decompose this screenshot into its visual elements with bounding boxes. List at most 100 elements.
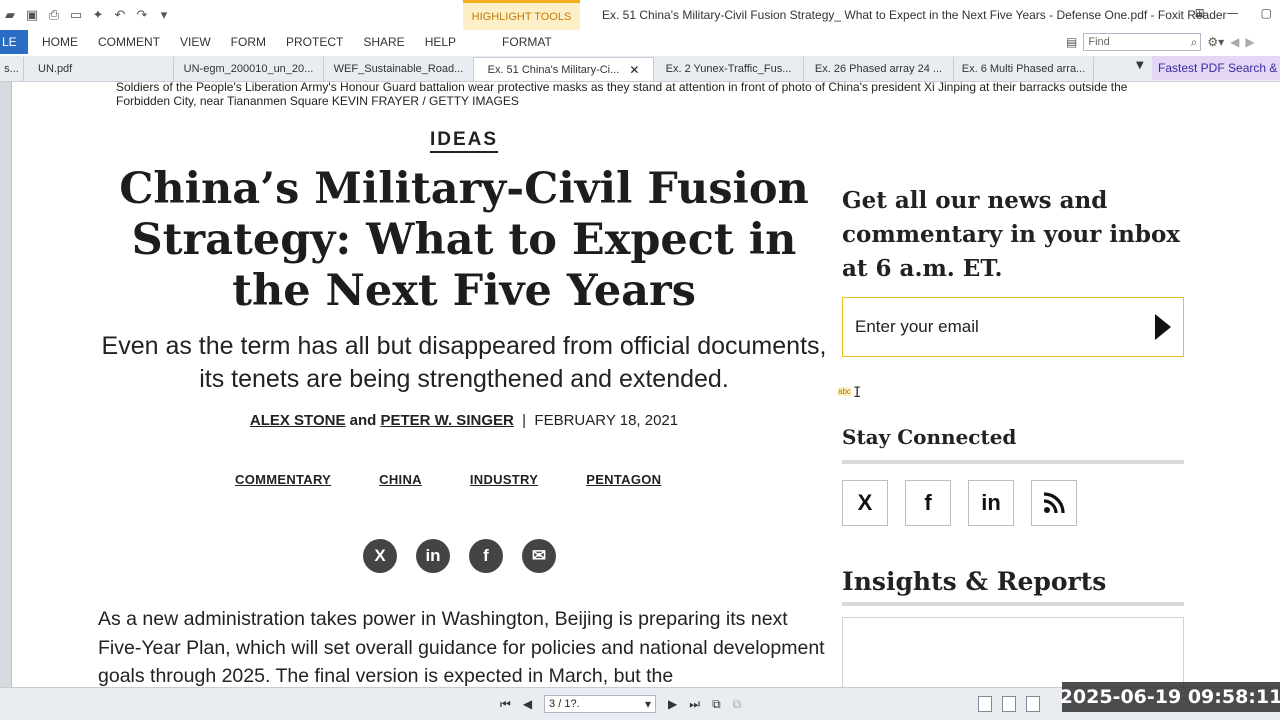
section-label[interactable]: IDEAS bbox=[430, 129, 499, 153]
view-mode-buttons bbox=[978, 696, 1040, 712]
prev-page-icon[interactable]: ◀ bbox=[523, 697, 532, 711]
timestamp-overlay: 2025-06-19 09:58:11 bbox=[1060, 682, 1280, 712]
title-bar: ▰ ▣ ⎙ ▭ ✦ ↶ ↷ ▾ HIGHLIGHT TOOLS Ex. 51 C… bbox=[0, 0, 1280, 30]
rss-icon bbox=[1043, 492, 1065, 514]
settings-gear-icon[interactable]: ⚙▾ bbox=[1207, 35, 1224, 49]
first-page-icon[interactable]: ⏮ bbox=[500, 697, 511, 712]
next-view-icon[interactable]: ⧉ bbox=[733, 697, 742, 712]
promo-banner[interactable]: Fastest PDF Search & bbox=[1152, 56, 1280, 80]
find-placeholder: Find bbox=[1088, 36, 1110, 48]
file-tab[interactable]: LE bbox=[0, 30, 28, 54]
menu-format[interactable]: FORMAT bbox=[502, 35, 552, 49]
page-navigation: ⏮ ◀ 3 / 1?. ▾ ▶ ⏭ ⧉ ⧉ bbox=[500, 695, 741, 713]
menu-help[interactable]: HELP bbox=[425, 35, 456, 49]
next-page-icon[interactable]: ▶ bbox=[668, 697, 677, 711]
last-page-icon[interactable]: ⏭ bbox=[689, 697, 700, 712]
email-placeholder: Enter your email bbox=[855, 317, 979, 336]
share-facebook-icon[interactable]: f bbox=[469, 539, 503, 573]
window-controls: ⊞ — ▢ bbox=[1195, 6, 1272, 20]
text-select-cursor-label: abc bbox=[838, 387, 851, 396]
menu-home[interactable]: HOME bbox=[42, 35, 78, 49]
page-number-field[interactable]: 3 / 1?. ▾ bbox=[544, 695, 657, 713]
search-icon[interactable]: ⌕ bbox=[1191, 35, 1198, 50]
email-field[interactable]: Enter your email bbox=[842, 297, 1184, 357]
layout-icon[interactable]: ⊞ bbox=[1195, 6, 1205, 20]
article-subhead: Even as the term has all but disappeared… bbox=[101, 332, 827, 393]
nav-forward-icon[interactable]: ▶ bbox=[1245, 35, 1254, 49]
redo-icon[interactable]: ↷ bbox=[134, 7, 150, 23]
share-buttons: X in f ✉ bbox=[363, 539, 556, 573]
foxit-reader-window: ▰ ▣ ⎙ ▭ ✦ ↶ ↷ ▾ HIGHLIGHT TOOLS Ex. 51 C… bbox=[0, 0, 1280, 720]
doc-tab[interactable]: Ex. 2 Yunex-Traffic_Fus... bbox=[654, 57, 804, 81]
page-number-value: 3 / 1?. bbox=[549, 698, 580, 710]
tag-industry[interactable]: INDUSTRY bbox=[470, 472, 538, 487]
social-facebook-icon[interactable]: f bbox=[905, 480, 951, 526]
menu-view[interactable]: VIEW bbox=[180, 35, 211, 49]
social-links: X f in bbox=[842, 480, 1077, 526]
ibeam-cursor-icon: I bbox=[853, 385, 862, 401]
nav-back-icon[interactable]: ◀ bbox=[1230, 35, 1239, 49]
undo-icon[interactable]: ↶ bbox=[112, 7, 128, 23]
maximize-icon[interactable]: ▢ bbox=[1261, 6, 1272, 20]
find-area: ▤ Find ⌕ ⚙▾ ◀ ▶ bbox=[1066, 30, 1255, 54]
email-doc-icon[interactable]: ▭ bbox=[68, 7, 84, 23]
doc-tab-label: Ex. 51 China's Military-Ci... bbox=[487, 63, 620, 76]
document-viewport: Soldiers of the People's Liberation Army… bbox=[0, 82, 1280, 687]
byline-and: and bbox=[349, 412, 377, 429]
document-tab-bar: s... UN.pdf UN-egm_200010_un_20... WEF_S… bbox=[0, 56, 1280, 82]
article-body: As a new administration takes power in W… bbox=[98, 608, 825, 687]
divider bbox=[842, 460, 1184, 464]
doc-tab[interactable]: WEF_Sustainable_Road... bbox=[324, 57, 474, 81]
save-icon[interactable]: ▣ bbox=[24, 7, 40, 23]
divider bbox=[842, 602, 1184, 606]
submit-arrow-icon[interactable] bbox=[1155, 314, 1171, 340]
quick-access-toolbar: ▰ ▣ ⎙ ▭ ✦ ↶ ↷ ▾ bbox=[0, 0, 172, 30]
article-date: FEBRUARY 18, 2021 bbox=[534, 412, 679, 429]
close-tab-icon[interactable]: ✕ bbox=[629, 63, 639, 77]
stay-connected-title: Stay Connected bbox=[842, 425, 1017, 449]
doc-tab[interactable]: Ex. 6 Multi Phased arra... bbox=[954, 57, 1094, 81]
tag-china[interactable]: CHINA bbox=[379, 472, 422, 487]
minimize-icon[interactable]: — bbox=[1227, 6, 1239, 20]
doc-tab[interactable]: UN.pdf bbox=[24, 57, 174, 81]
find-folder-icon[interactable]: ▤ bbox=[1066, 35, 1077, 49]
share-email-icon[interactable]: ✉ bbox=[522, 539, 556, 573]
highlight-tools-tab[interactable]: HIGHLIGHT TOOLS bbox=[463, 0, 580, 30]
facing-view-icon[interactable] bbox=[1026, 696, 1040, 712]
byline: ALEX STONE and PETER W. SINGER | FEBRUAR… bbox=[98, 412, 830, 429]
doc-tab[interactable]: s... bbox=[0, 57, 24, 81]
doc-tab[interactable]: UN-egm_200010_un_20... bbox=[174, 57, 324, 81]
author-link[interactable]: ALEX STONE bbox=[250, 412, 346, 429]
insights-title: Insights & Reports bbox=[842, 567, 1107, 596]
share-linkedin-icon[interactable]: in bbox=[416, 539, 450, 573]
tag-pentagon[interactable]: PENTAGON bbox=[586, 472, 661, 487]
tab-list-dropdown-icon[interactable]: ▼ bbox=[1136, 60, 1144, 71]
doc-tab[interactable]: Ex. 26 Phased array 24 ... bbox=[804, 57, 954, 81]
single-page-view-icon[interactable] bbox=[978, 696, 992, 712]
social-x-icon[interactable]: X bbox=[842, 480, 888, 526]
find-input[interactable]: Find ⌕ bbox=[1083, 33, 1202, 51]
article-headline: China’s Military-Civil Fusion Strategy: … bbox=[119, 164, 809, 316]
menu-share[interactable]: SHARE bbox=[363, 35, 404, 49]
menu-form[interactable]: FORM bbox=[231, 35, 266, 49]
author-link[interactable]: PETER W. SINGER bbox=[380, 412, 513, 429]
print-icon[interactable]: ⎙ bbox=[46, 7, 62, 23]
social-linkedin-icon[interactable]: in bbox=[968, 480, 1014, 526]
byline-separator: | bbox=[522, 412, 527, 429]
stamp-icon[interactable]: ✦ bbox=[90, 7, 106, 23]
photo-caption: Soldiers of the People's Liberation Army… bbox=[116, 82, 1128, 108]
insights-panel bbox=[842, 617, 1184, 687]
menu-comment[interactable]: COMMENT bbox=[98, 35, 160, 49]
share-x-icon[interactable]: X bbox=[363, 539, 397, 573]
page-dropdown-icon[interactable]: ▾ bbox=[645, 697, 651, 711]
open-folder-icon[interactable]: ▰ bbox=[2, 7, 18, 23]
tag-commentary[interactable]: COMMENTARY bbox=[235, 472, 331, 487]
customize-dropdown-icon[interactable]: ▾ bbox=[156, 7, 172, 23]
newsletter-title: Get all our news and commentary in your … bbox=[842, 187, 1181, 282]
previous-view-icon[interactable]: ⧉ bbox=[712, 697, 721, 712]
menu-protect[interactable]: PROTECT bbox=[286, 35, 343, 49]
doc-tab-active[interactable]: Ex. 51 China's Military-Ci... ✕ bbox=[474, 57, 654, 81]
left-panel-edge[interactable] bbox=[0, 82, 12, 687]
continuous-view-icon[interactable] bbox=[1002, 696, 1016, 712]
social-rss-icon[interactable] bbox=[1031, 480, 1077, 526]
